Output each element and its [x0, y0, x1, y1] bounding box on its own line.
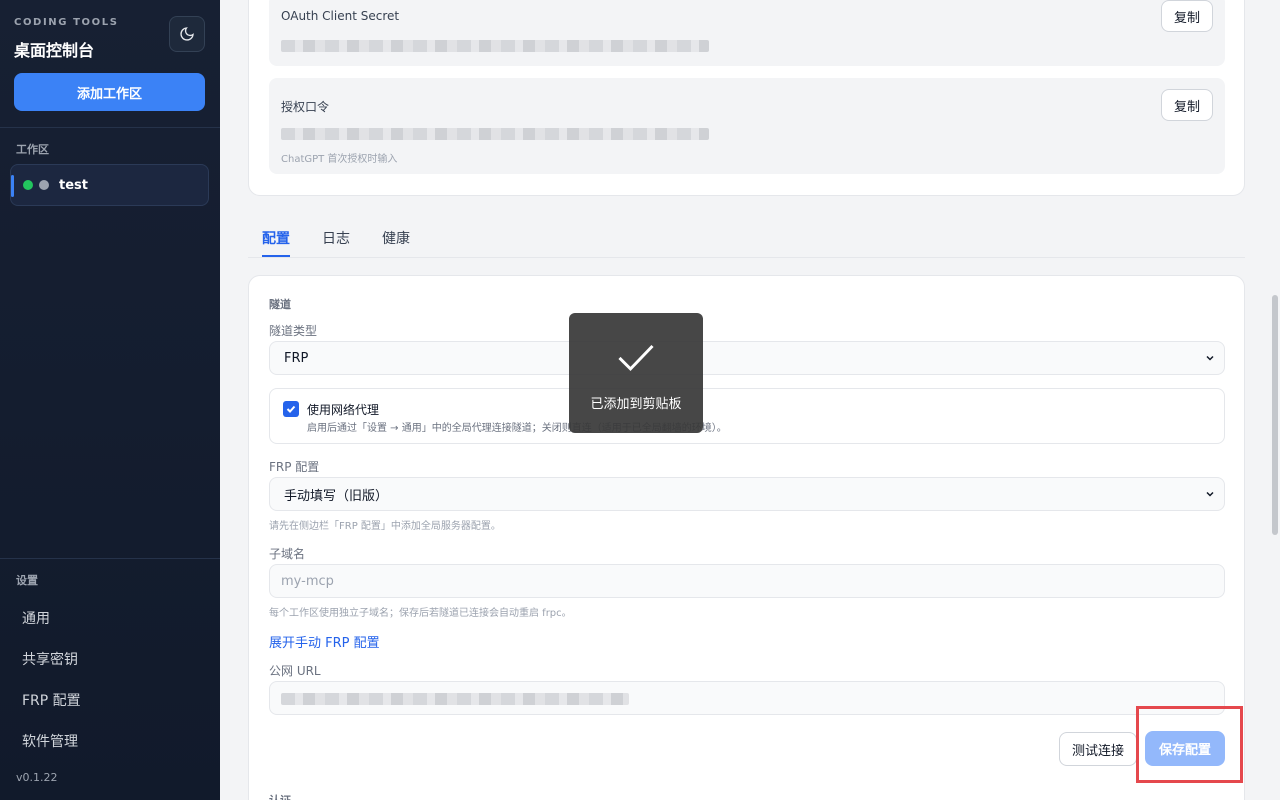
active-tab-indicator: [262, 255, 290, 257]
moon-icon: [180, 27, 194, 41]
version-label: v0.1.22: [16, 771, 58, 784]
copy-client-secret-button[interactable]: 复制: [1161, 0, 1213, 32]
public-url-input[interactable]: [269, 681, 1225, 715]
add-workspace-button[interactable]: 添加工作区: [14, 73, 205, 111]
sidebar: CODING TOOLS 桌面控制台 添加工作区 工作区 test 设置 通用 …: [0, 0, 220, 800]
sidebar-item-software[interactable]: 软件管理: [22, 731, 78, 751]
brand-subtitle: CODING TOOLS: [14, 17, 119, 28]
tab-logs[interactable]: 日志: [322, 228, 350, 248]
tab-bar: 配置 日志 健康: [248, 220, 1245, 258]
sidebar-divider: [0, 127, 220, 128]
workspace-item-test[interactable]: test: [10, 164, 209, 206]
check-icon: [286, 405, 296, 413]
client-secret-value-redacted: [281, 40, 709, 52]
auth-token-label: 授权口令: [281, 100, 330, 114]
theme-toggle-button[interactable]: [169, 16, 205, 52]
workspace-section-label: 工作区: [16, 143, 49, 156]
subdomain-placeholder: my-mcp: [281, 573, 334, 589]
chevron-down-icon: [1206, 355, 1214, 361]
settings-section-label: 设置: [16, 574, 38, 587]
sidebar-item-shared-keys[interactable]: 共享密钥: [22, 649, 78, 669]
scrollbar[interactable]: [1272, 295, 1278, 535]
public-url-label: 公网 URL: [269, 664, 321, 678]
sidebar-item-frp-config[interactable]: FRP 配置: [22, 690, 81, 710]
sidebar-item-general[interactable]: 通用: [22, 608, 50, 628]
auth-token-value-redacted: [281, 128, 709, 140]
copy-auth-token-button[interactable]: 复制: [1161, 89, 1213, 121]
frp-config-label: FRP 配置: [269, 460, 320, 474]
brand-title: 桌面控制台: [14, 41, 95, 60]
clipboard-toast: 已添加到剪贴板: [569, 313, 703, 433]
toast-message: 已添加到剪贴板: [590, 397, 682, 412]
subdomain-input[interactable]: my-mcp: [269, 564, 1225, 598]
test-connection-button[interactable]: 测试连接: [1059, 732, 1137, 766]
client-secret-field: OAuth Client Secret 复制: [269, 0, 1225, 66]
tunnel-type-label: 隧道类型: [269, 324, 318, 338]
public-url-value-redacted: [281, 693, 629, 705]
tunnel-type-value: FRP: [284, 350, 309, 366]
frp-config-value: 手动填写（旧版）: [284, 488, 389, 504]
expand-manual-frp-link[interactable]: 展开手动 FRP 配置: [269, 632, 380, 651]
proxy-title: 使用网络代理: [307, 403, 380, 417]
highlight-annotation: [1136, 706, 1243, 783]
tunnel-section-label: 隧道: [269, 298, 291, 311]
checkmark-icon: [618, 344, 654, 372]
auth-token-field: 授权口令 复制 ChatGPT 首次授权时输入: [269, 78, 1225, 174]
tab-config[interactable]: 配置: [262, 228, 290, 248]
frp-config-select[interactable]: 手动填写（旧版）: [269, 477, 1225, 511]
sidebar-divider: [0, 558, 220, 559]
tunnel-type-select[interactable]: FRP: [269, 341, 1225, 375]
workspace-name: test: [59, 177, 88, 193]
chevron-down-icon: [1206, 491, 1214, 497]
status-dot-green-icon: [23, 180, 33, 190]
tab-health[interactable]: 健康: [382, 228, 410, 248]
subdomain-hint: 每个工作区使用独立子域名；保存后若隧道已连接会自动重启 frpc。: [269, 608, 572, 619]
client-secret-label: OAuth Client Secret: [281, 9, 400, 23]
status-dot-gray-icon: [39, 180, 49, 190]
frp-config-hint: 请先在侧边栏「FRP 配置」中添加全局服务器配置。: [269, 521, 501, 532]
use-proxy-checkbox[interactable]: [283, 401, 299, 417]
proxy-option-box: 使用网络代理 启用后通过「设置 → 通用」中的全局代理连接隧道；关闭则直连（适用…: [269, 388, 1225, 444]
subdomain-label: 子域名: [269, 547, 306, 561]
auth-token-hint: ChatGPT 首次授权时输入: [281, 154, 398, 165]
auth-section-label: 认证: [269, 792, 291, 800]
